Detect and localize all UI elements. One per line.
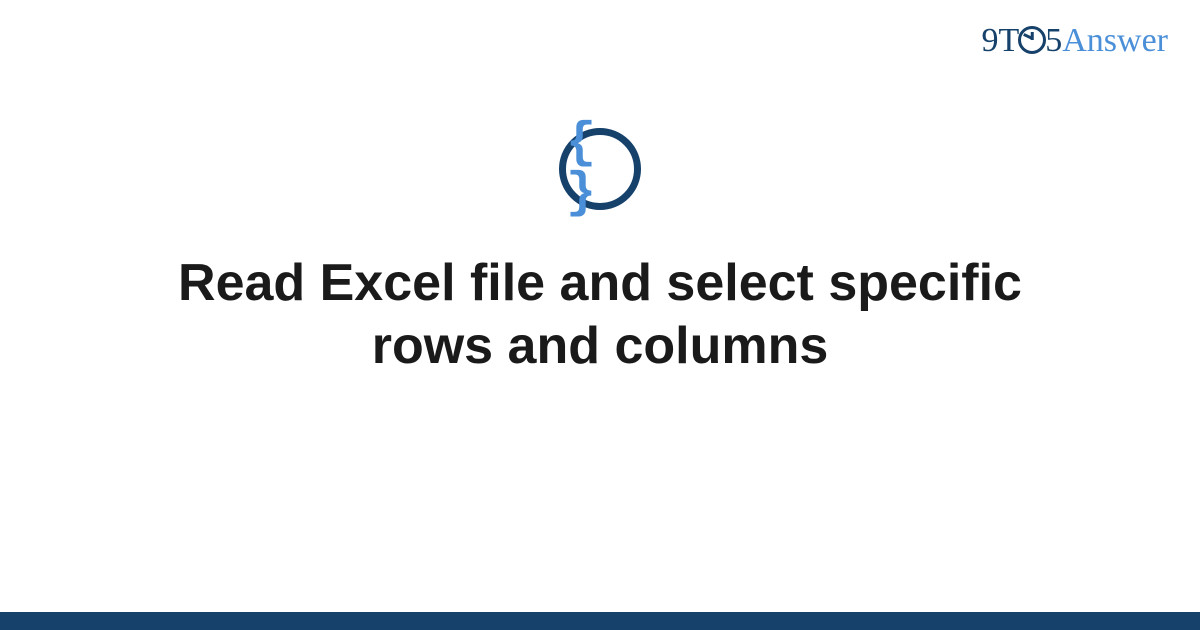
footer-accent-bar	[0, 612, 1200, 630]
main-content: { } Read Excel file and select specific …	[0, 128, 1200, 379]
logo-suffix: Answer	[1062, 22, 1168, 59]
article-title: Read Excel file and select specific rows…	[100, 252, 1100, 379]
clock-icon	[1018, 26, 1046, 54]
logo-prefix: 9T	[981, 22, 1019, 59]
logo-middle-numeral: 5	[1045, 22, 1062, 59]
site-logo: 9T 5Answer	[981, 22, 1168, 60]
category-badge: { }	[559, 128, 641, 210]
code-braces-icon: { }	[566, 119, 634, 219]
